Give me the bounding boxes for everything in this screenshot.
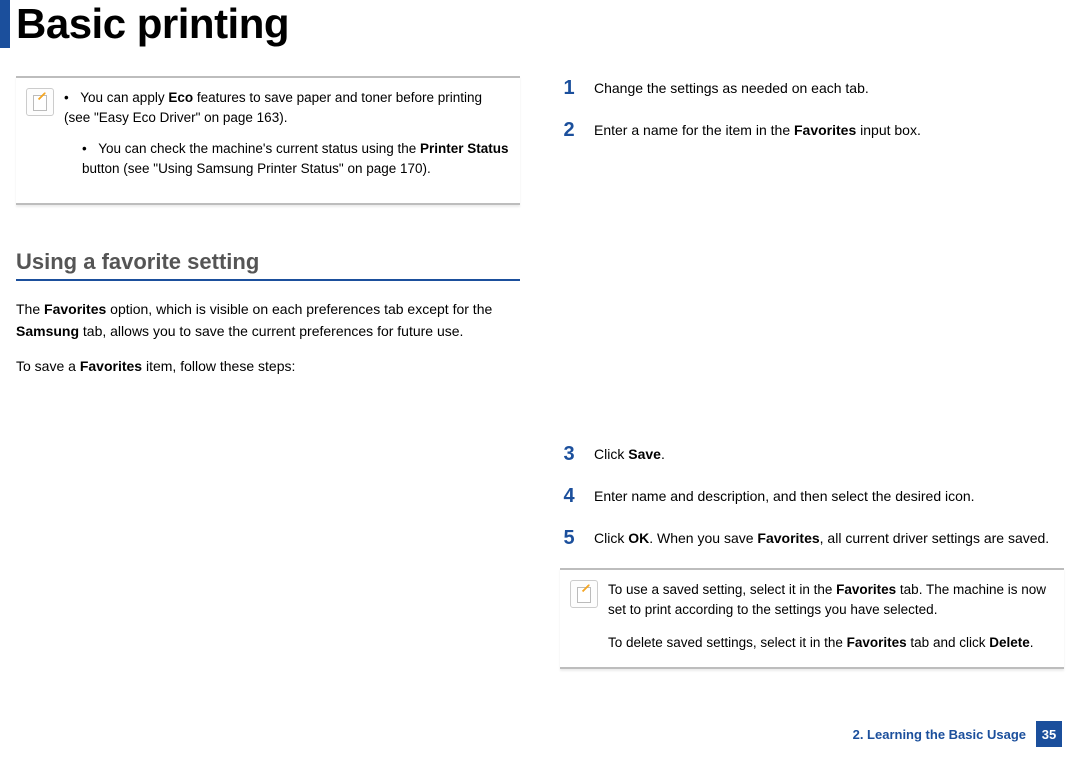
step-text: Click OK. When you save Favorites, all c…: [594, 526, 1064, 550]
title-accent-bar: [0, 0, 10, 48]
step-text: Change the settings as needed on each ta…: [594, 76, 1064, 100]
text: option, which is visible on each prefere…: [106, 301, 492, 317]
step-item: 4 Enter name and description, and then s…: [560, 484, 1064, 508]
paragraph: To save a Favorites item, follow these s…: [16, 356, 520, 378]
bold-text: Favorites: [847, 635, 907, 650]
step-item: 1 Change the settings as needed on each …: [560, 76, 1064, 100]
left-column: You can apply Eco features to save paper…: [16, 76, 520, 669]
note-body: To use a saved setting, select it in the…: [608, 580, 1054, 653]
step-number: 1: [560, 76, 578, 100]
note-icon: [26, 88, 54, 116]
note-box-eco: You can apply Eco features to save paper…: [16, 76, 520, 205]
text: .: [1030, 635, 1034, 650]
text: Click: [594, 446, 628, 462]
text: Click: [594, 530, 628, 546]
step-number: 2: [560, 118, 578, 142]
note-box-favorites: To use a saved setting, select it in the…: [560, 568, 1064, 669]
text: input box.: [856, 122, 921, 138]
text: The: [16, 301, 44, 317]
bold-text: Save: [628, 446, 661, 462]
step-text: Click Save.: [594, 442, 1064, 466]
step-item: 3 Click Save.: [560, 442, 1064, 466]
note-item: You can apply Eco features to save paper…: [64, 88, 510, 129]
note-icon: [570, 580, 598, 608]
step-number: 4: [560, 484, 578, 508]
text: tab and click: [907, 635, 990, 650]
text: .: [661, 446, 665, 462]
bold-text: Delete: [989, 635, 1030, 650]
text: Change the settings as needed on each ta…: [594, 80, 869, 96]
step-item: 5 Click OK. When you save Favorites, all…: [560, 526, 1064, 550]
text: To delete saved settings, select it in t…: [608, 635, 847, 650]
text: . When you save: [649, 530, 757, 546]
bold-text: Eco: [168, 90, 193, 105]
content-columns: You can apply Eco features to save paper…: [0, 52, 1080, 669]
text: Enter name and description, and then sel…: [594, 488, 975, 504]
bold-text: Samsung: [16, 323, 79, 339]
step-number: 3: [560, 442, 578, 466]
text: To use a saved setting, select it in the: [608, 582, 836, 597]
bold-text: Favorites: [80, 358, 142, 374]
text: item, follow these steps:: [142, 358, 295, 374]
bold-text: Favorites: [757, 530, 819, 546]
step-item: 2 Enter a name for the item in the Favor…: [560, 118, 1064, 142]
step-text: Enter name and description, and then sel…: [594, 484, 1064, 508]
note-item: You can check the machine's current stat…: [64, 139, 510, 180]
section-heading: Using a favorite setting: [16, 249, 520, 281]
right-column: 1 Change the settings as needed on each …: [560, 76, 1064, 669]
page-number-badge: 35: [1036, 721, 1062, 747]
bold-text: Favorites: [794, 122, 856, 138]
page-title-bar: Basic printing: [0, 0, 1080, 52]
text: , all current driver settings are saved.: [820, 530, 1050, 546]
bold-text: Favorites: [836, 582, 896, 597]
text: button (see "Using Samsung Printer Statu…: [82, 161, 431, 176]
bold-text: OK: [628, 530, 649, 546]
page-footer: 2. Learning the Basic Usage 35: [853, 721, 1062, 747]
bold-text: Printer Status: [420, 141, 509, 156]
footer-chapter: 2. Learning the Basic Usage: [853, 727, 1026, 742]
text: To save a: [16, 358, 80, 374]
bold-text: Favorites: [44, 301, 106, 317]
paragraph: The Favorites option, which is visible o…: [16, 299, 520, 342]
step-text: Enter a name for the item in the Favorit…: [594, 118, 1064, 142]
text: You can check the machine's current stat…: [98, 141, 420, 156]
step-number: 5: [560, 526, 578, 550]
text: Enter a name for the item in the: [594, 122, 794, 138]
text: You can apply: [80, 90, 168, 105]
note-body: You can apply Eco features to save paper…: [64, 88, 510, 189]
page-title: Basic printing: [16, 0, 289, 48]
text: tab, allows you to save the current pref…: [79, 323, 463, 339]
